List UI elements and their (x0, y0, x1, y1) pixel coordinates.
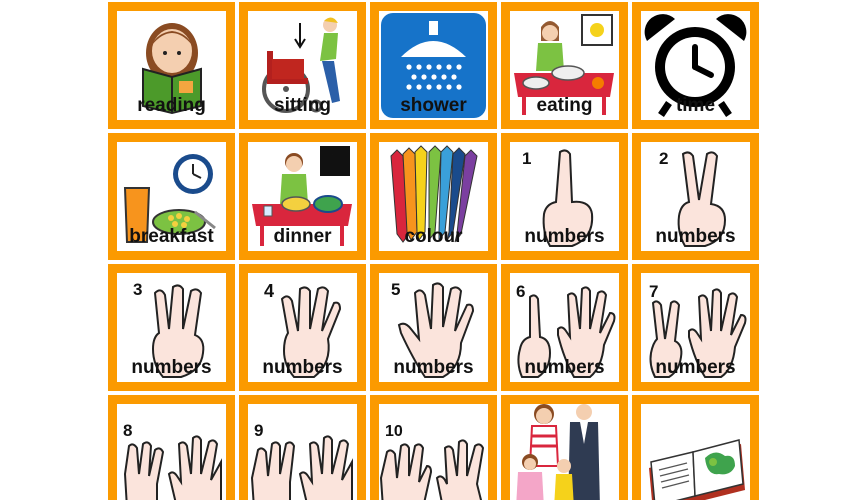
svg-text:7: 7 (649, 282, 658, 301)
svg-text:8: 8 (123, 421, 132, 440)
tile-numbers-2[interactable]: 2 numbers (632, 133, 759, 260)
tile-numbers-6[interactable]: 6 numbers (501, 264, 628, 391)
svg-text:5: 5 (391, 280, 400, 299)
tile-reading[interactable]: reading (108, 2, 235, 129)
tile-colour[interactable]: colour (370, 133, 497, 260)
tile-numbers-10[interactable]: 10 (370, 395, 497, 500)
tile-label: colour (404, 226, 463, 247)
tile-numbers-7[interactable]: 7 numbers (632, 264, 759, 391)
tile-numbers-8[interactable]: 8 (108, 395, 235, 500)
svg-text:10: 10 (385, 423, 403, 440)
svg-text:9: 9 (254, 421, 263, 440)
tile-label: numbers (655, 357, 736, 378)
hand-eight-icon: 8 (123, 421, 222, 500)
tile-label: numbers (524, 226, 605, 247)
svg-text:6: 6 (516, 282, 525, 301)
svg-text:3: 3 (133, 280, 142, 299)
family-icon (516, 404, 600, 500)
tile-label: reading (137, 95, 206, 116)
tile-label: time (675, 95, 716, 116)
svg-text:4: 4 (264, 281, 274, 301)
tile-numbers-1[interactable]: 1 numbers (501, 133, 628, 260)
tile-numbers-4[interactable]: 4 numbers (239, 264, 366, 391)
tile-numbers-3[interactable]: 3 numbers (108, 264, 235, 391)
tile-label: dinner (273, 226, 332, 247)
tile-label: numbers (655, 226, 736, 247)
tile-family[interactable] (501, 395, 628, 500)
hand-ten-icon: 10 (379, 423, 485, 500)
tile-label: numbers (262, 357, 343, 378)
tile-sitting[interactable]: sitting (239, 2, 366, 129)
tile-eating[interactable]: eating (501, 2, 628, 129)
tile-numbers-5[interactable]: 5 numbers (370, 264, 497, 391)
tile-label: numbers (131, 357, 212, 378)
tile-label: numbers (393, 357, 474, 378)
tile-open-book[interactable] (632, 395, 759, 500)
hand-nine-icon: 9 (250, 421, 353, 500)
symbol-board: reading sitting shower eating time break… (108, 2, 760, 500)
tile-shower[interactable]: shower (370, 2, 497, 129)
tile-dinner[interactable]: dinner (239, 133, 366, 260)
svg-text:2: 2 (659, 149, 668, 168)
tile-label: sitting (274, 95, 331, 116)
tile-label: eating (536, 95, 593, 116)
tile-time[interactable]: time (632, 2, 759, 129)
svg-text:1: 1 (522, 149, 531, 168)
tile-label: numbers (524, 357, 605, 378)
tile-label: breakfast (129, 226, 214, 247)
open-book-icon (649, 439, 745, 500)
tile-breakfast[interactable]: breakfast (108, 133, 235, 260)
tile-label: shower (400, 95, 467, 116)
tile-numbers-9[interactable]: 9 (239, 395, 366, 500)
